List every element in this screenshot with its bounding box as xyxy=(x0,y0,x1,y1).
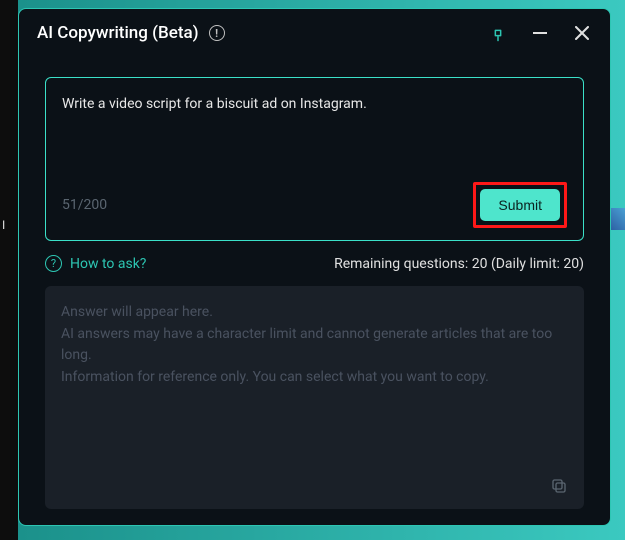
input-footer: 51/200 Submit xyxy=(62,182,567,228)
how-to-ask-link[interactable]: ? How to ask? xyxy=(45,255,146,272)
minimize-button[interactable] xyxy=(530,23,550,43)
answer-placeholder: Answer will appear here. AI answers may … xyxy=(61,302,568,389)
prompt-input-box[interactable]: Write a video script for a biscuit ad on… xyxy=(45,77,584,241)
prompt-text[interactable]: Write a video script for a biscuit ad on… xyxy=(62,94,567,174)
answer-line-2: AI answers may have a character limit an… xyxy=(61,324,568,367)
how-to-ask-label: How to ask? xyxy=(70,256,146,272)
answer-line-3: Information for reference only. You can … xyxy=(61,367,568,389)
character-count: 51/200 xyxy=(62,197,107,213)
answer-box: Answer will appear here. AI answers may … xyxy=(45,286,584,509)
submit-button[interactable]: Submit xyxy=(480,189,560,221)
mid-row: ? How to ask? Remaining questions: 20 (D… xyxy=(45,255,584,272)
question-icon: ? xyxy=(45,255,62,272)
info-icon[interactable]: ! xyxy=(209,25,225,41)
remaining-questions: Remaining questions: 20 (Daily limit: 20… xyxy=(334,256,584,272)
panel-title: AI Copywriting (Beta) xyxy=(37,23,199,43)
copy-icon[interactable] xyxy=(550,477,570,497)
header: AI Copywriting (Beta) ! xyxy=(19,9,610,57)
pin-icon[interactable] xyxy=(488,23,508,43)
submit-highlight: Submit xyxy=(473,182,567,228)
close-button[interactable] xyxy=(572,23,592,43)
background-strip-left: I xyxy=(0,0,18,540)
background-label: I xyxy=(2,218,5,232)
answer-line-1: Answer will appear here. xyxy=(61,302,568,324)
content-area: Write a video script for a biscuit ad on… xyxy=(19,57,610,525)
main-panel: AI Copywriting (Beta) ! Write a video sc… xyxy=(18,8,611,526)
